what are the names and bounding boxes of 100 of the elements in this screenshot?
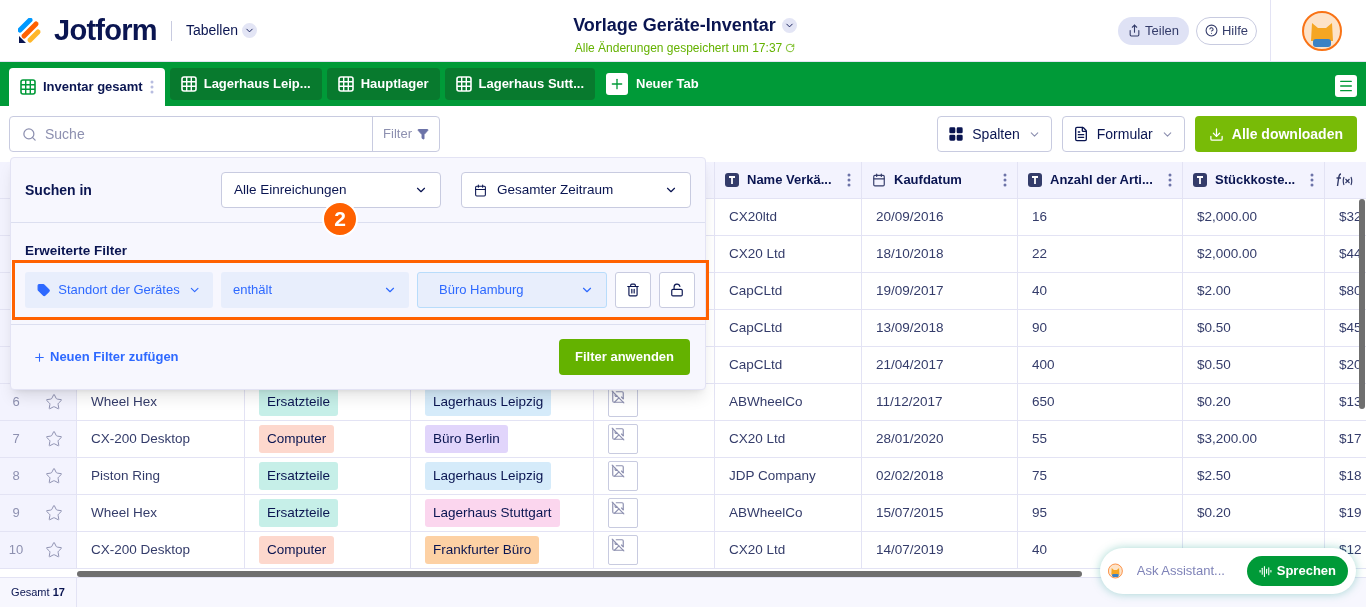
- vendor-name: CX20 Ltd: [729, 540, 786, 559]
- sheet-tab[interactable]: Lagerhaus Sutt...: [444, 68, 595, 100]
- vertical-scrollbar[interactable]: [1359, 199, 1365, 409]
- product-name: Wheel Hex: [91, 503, 158, 522]
- download-icon: [1208, 126, 1224, 142]
- unit-price: $2,000.00: [1197, 244, 1258, 263]
- purchase-date: 21/04/2017: [876, 355, 944, 374]
- row-total: Gesamt 17: [11, 585, 65, 601]
- delete-button[interactable]: [615, 272, 651, 308]
- table-icon: [20, 79, 36, 95]
- vendor-name: CapCLtd: [729, 318, 783, 337]
- item-count: 22: [1032, 244, 1048, 263]
- formula-icon: [1335, 173, 1353, 187]
- vendor-name: ABWheelCo: [729, 392, 803, 411]
- more-icon: [1003, 173, 1007, 187]
- item-count: 55: [1032, 429, 1048, 448]
- more-icon: [847, 173, 851, 187]
- purchase-date: 20/09/2016: [876, 207, 944, 226]
- purchase-date: 13/09/2018: [876, 318, 944, 337]
- product-name: Wheel Hex: [91, 392, 158, 411]
- item-count: 95: [1032, 503, 1048, 522]
- unit-price: $2,000.00: [1197, 207, 1258, 226]
- new-tab-button[interactable]: Neuer Tab: [600, 68, 705, 100]
- calendar-icon: [872, 173, 886, 187]
- filter-icon: [417, 128, 429, 140]
- share-button[interactable]: Teilen: [1118, 16, 1189, 45]
- vendor-name: CapCLtd: [729, 355, 783, 374]
- trash-icon: [626, 283, 640, 297]
- tag: Ersatzteile: [259, 498, 339, 528]
- product-name: CX-200 Desktop: [91, 540, 191, 559]
- unit-price: $0.50: [1197, 355, 1231, 374]
- avatar-icon: [1302, 10, 1342, 51]
- vendor-name: CapCLtd: [729, 281, 783, 300]
- unit-price: $3,200.00: [1197, 429, 1258, 448]
- lock-icon: [670, 283, 684, 297]
- item-count: 75: [1032, 466, 1048, 485]
- columns-button[interactable]: Spalten: [937, 116, 1052, 152]
- tables-menu[interactable]: Tabellen: [185, 20, 258, 41]
- calendar-icon: [474, 183, 487, 197]
- tag: Computer: [259, 535, 335, 565]
- plus-icon: [33, 350, 46, 364]
- purchase-date: 02/02/2018: [876, 466, 944, 485]
- value-select[interactable]: Büro Hamburg: [417, 272, 607, 308]
- text-type-icon: [725, 173, 739, 187]
- star-icon[interactable]: [45, 504, 63, 522]
- share-icon: [1128, 24, 1141, 37]
- sheet-tab[interactable]: Inventar gesamt: [9, 68, 165, 106]
- unit-price: $2.00: [1197, 281, 1231, 300]
- operator-select[interactable]: enthält: [221, 272, 409, 308]
- star-icon[interactable]: [45, 430, 63, 448]
- total-value: $19: [1339, 503, 1362, 522]
- tag: Ersatzteile: [259, 461, 339, 491]
- product-name: CX-200 Desktop: [91, 429, 191, 448]
- menu-icon: [1338, 78, 1354, 94]
- form-icon: [1072, 126, 1089, 142]
- refresh-icon: [785, 43, 796, 53]
- star-icon[interactable]: [45, 467, 63, 485]
- add-filter-link[interactable]: Neuen Filter zufügen: [33, 347, 179, 367]
- search-field[interactable]: Suche Filter: [9, 116, 440, 152]
- unit-price: $0.20: [1197, 503, 1231, 522]
- form-button[interactable]: Formular: [1061, 116, 1185, 152]
- audio-icon: [1258, 564, 1272, 578]
- item-count: 40: [1032, 540, 1048, 559]
- table-icon: [455, 76, 472, 92]
- advanced-filters-label: Erweiterte Filter: [25, 243, 128, 258]
- text-type-icon: [1193, 173, 1207, 187]
- logo-text: Jotform: [54, 12, 157, 48]
- item-count: 400: [1032, 355, 1055, 374]
- menu-button[interactable]: [1335, 75, 1357, 97]
- star-icon[interactable]: [45, 393, 63, 411]
- more-icon: [149, 80, 154, 94]
- step-badge: 2: [322, 201, 358, 237]
- row-number: 10: [8, 541, 24, 560]
- sheet-tab[interactable]: Lagerhaus Leip...: [169, 68, 322, 100]
- purchase-date: 14/07/2019: [876, 540, 944, 559]
- horizontal-scrollbar[interactable]: [77, 570, 1082, 577]
- vendor-name: CX20 Ltd: [729, 429, 786, 448]
- filter-button[interactable]: Filter: [372, 117, 439, 151]
- purchase-date: 15/07/2015: [876, 503, 944, 522]
- total-value: $18: [1339, 466, 1362, 485]
- tag: Frankfurter Büro: [425, 535, 540, 565]
- row-number: 6: [12, 393, 20, 412]
- purchase-date: 28/01/2020: [876, 429, 944, 448]
- talk-button[interactable]: Sprechen: [1246, 556, 1348, 586]
- save-status: Alle Änderungen gespeichert um 17:37: [574, 40, 783, 57]
- scope-select[interactable]: Alle Einreichungen: [221, 172, 441, 208]
- purchase-date: 11/12/2017: [876, 392, 943, 411]
- tag-icon: [37, 283, 51, 297]
- vendor-name: CX20 Ltd: [729, 244, 786, 263]
- field-select[interactable]: Standort der Gerätes: [25, 272, 213, 308]
- form-title[interactable]: Vorlage Geräte-Inventar: [573, 12, 797, 39]
- search-icon: [22, 126, 37, 142]
- search-in-label: Suchen in: [25, 180, 92, 200]
- lock-button[interactable]: [659, 272, 695, 308]
- table-icon: [180, 76, 197, 92]
- item-count: 650: [1032, 392, 1055, 411]
- sheet-tab[interactable]: Hauptlager: [326, 68, 440, 100]
- row-number: 8: [12, 467, 20, 486]
- star-icon[interactable]: [45, 541, 63, 559]
- period-select[interactable]: Gesamter Zeitraum: [461, 172, 691, 208]
